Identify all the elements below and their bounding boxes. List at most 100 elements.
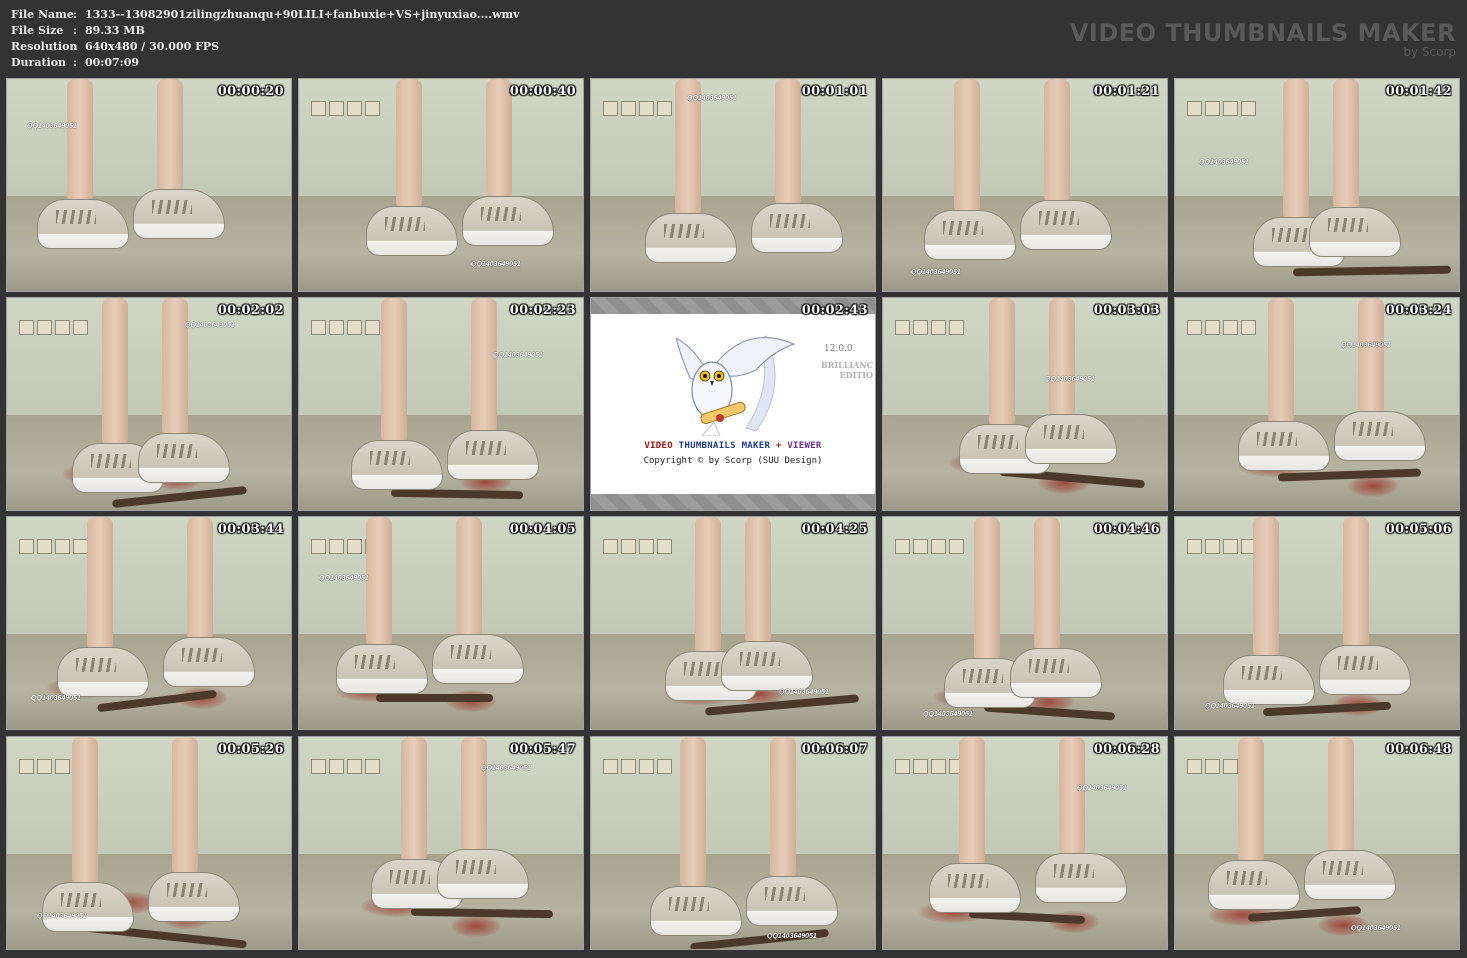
eel <box>376 694 493 702</box>
info-row-resolution: Resolution : 640x480 / 30.000 FPS <box>11 39 520 55</box>
thumbnail[interactable]: 00:01:01 QQ1403649051 <box>590 78 876 292</box>
leg <box>1343 517 1369 649</box>
thumbnail[interactable]: 00:06:07 QQ1403649051 <box>590 736 876 950</box>
thumbnail[interactable]: 00:04:46 QQ1403649051 <box>882 516 1168 730</box>
thumbnail[interactable]: 00:02:02 QQ1403649051 <box>6 297 292 511</box>
splash-version: 12.0.0. <box>824 344 856 354</box>
splash-title: VIDEO THUMBNAILS MAKER + VIEWER <box>591 441 875 451</box>
sneaker <box>1020 200 1112 250</box>
socket <box>1205 101 1220 116</box>
sneaker <box>1010 648 1102 698</box>
socket <box>329 759 344 774</box>
leg <box>695 517 721 655</box>
splash-title-thumbnails: THUMBNAILS MAKER <box>678 441 771 451</box>
sneaker <box>751 203 843 253</box>
socket <box>621 101 636 116</box>
timestamp: 00:00:20 <box>217 84 284 99</box>
info-value: 640x480 / 30.000 FPS <box>85 40 220 53</box>
socket <box>949 320 964 335</box>
watermark: QQ1403649051 <box>1045 376 1095 383</box>
socket <box>365 759 380 774</box>
socket <box>639 759 654 774</box>
info-value: 1333--13082901zilingzhuanqu+90LILI+fanbu… <box>85 8 520 21</box>
timestamp: 00:06:48 <box>1385 742 1452 757</box>
thumbnail[interactable]: 00:06:28 QQ1403649051 <box>882 736 1168 950</box>
watermark: QQ1403649051 <box>923 711 973 718</box>
video-frame <box>7 298 291 510</box>
wall-sockets <box>603 759 672 774</box>
video-frame <box>883 298 1167 510</box>
thumbnail[interactable]: 00:03:44 QQ1403649051 <box>6 516 292 730</box>
socket <box>1187 320 1202 335</box>
socket <box>1187 101 1202 116</box>
socket <box>55 320 70 335</box>
info-separator: : <box>73 8 78 21</box>
watermark: QQ1403649051 <box>911 269 961 276</box>
thumbnail[interactable]: 00:04:25 QQ1403649051 <box>590 516 876 730</box>
socket <box>311 539 326 554</box>
leg <box>396 79 422 210</box>
wall-sockets <box>311 101 380 116</box>
wall-sockets <box>603 539 672 554</box>
socket <box>931 759 946 774</box>
watermark: QQ1403649051 <box>319 575 369 582</box>
timestamp: 00:02:43 <box>801 303 868 318</box>
socket <box>1205 759 1220 774</box>
leg <box>187 517 213 641</box>
thumbnail[interactable]: 00:05:47 QQ1403649051 <box>298 736 584 950</box>
leg <box>486 79 512 200</box>
thumbnail[interactable]: 00:05:06 QQ1403649051 <box>1174 516 1460 730</box>
thumbnail[interactable]: 00:02:23 QQ1403649051 <box>298 297 584 511</box>
wall-sockets <box>895 539 964 554</box>
socket <box>657 759 672 774</box>
sneaker <box>924 210 1016 260</box>
socket <box>1223 759 1238 774</box>
thumbnail[interactable]: 00:00:20 QQ1403649051 <box>6 78 292 292</box>
thumbnail[interactable]: 00:06:48 QQ1403649051 <box>1174 736 1460 950</box>
socket <box>603 759 618 774</box>
leg <box>989 298 1015 428</box>
video-frame <box>299 737 583 949</box>
thumbnail-grid: 00:00:20 QQ1403649051 00:00:40 QQ1403649… <box>6 78 1464 954</box>
thumbnail[interactable]: 00:01:42 QQ1403649051 <box>1174 78 1460 292</box>
thumbnail[interactable]: 00:03:03 QQ1403649051 <box>882 297 1168 511</box>
thumbnail[interactable]: 00:05:26 QQ1403649051 <box>6 736 292 950</box>
info-row-file-name: File Name : 1333--13082901zilingzhuanqu+… <box>11 7 520 23</box>
wall-sockets <box>895 320 964 335</box>
socket <box>1241 320 1256 335</box>
leg <box>1238 737 1264 864</box>
leg <box>471 298 497 434</box>
leg <box>172 737 198 876</box>
watermark: QQ1403649051 <box>1077 785 1127 792</box>
timestamp: 00:04:25 <box>801 522 868 537</box>
info-value: 89.33 MB <box>85 24 145 37</box>
thumbnail[interactable]: 12.0.0. BRILLIANC EDITIO VIDEO THUMBNAIL… <box>590 297 876 511</box>
wall-sockets <box>1187 320 1256 335</box>
socket <box>657 539 672 554</box>
video-frame <box>591 517 875 729</box>
socket <box>73 539 88 554</box>
thumbnail[interactable]: 00:00:40 QQ1403649051 <box>298 78 584 292</box>
wall-sockets <box>603 101 672 116</box>
leg <box>102 298 128 447</box>
socket <box>1223 320 1238 335</box>
thumbnail[interactable]: 00:01:21 QQ1403649051 <box>882 78 1168 292</box>
socket <box>55 759 70 774</box>
sneaker <box>1319 645 1411 695</box>
socket <box>1187 759 1202 774</box>
video-frame <box>1175 737 1459 949</box>
file-info: File Name : 1333--13082901zilingzhuanqu+… <box>11 7 520 71</box>
socket <box>329 101 344 116</box>
thumbnail[interactable]: 00:04:05 QQ1403649051 <box>298 516 584 730</box>
info-separator: : <box>73 24 78 37</box>
watermark: QQ1403649051 <box>1205 703 1255 710</box>
leg <box>381 298 407 444</box>
thumbnail[interactable]: 00:03:24 QQ1403649051 <box>1174 297 1460 511</box>
watermark: QQ1403649051 <box>1341 342 1391 349</box>
timestamp: 00:02:23 <box>509 303 576 318</box>
sneaker <box>1208 860 1300 910</box>
socket <box>37 759 52 774</box>
leg <box>680 737 706 890</box>
wall-sockets <box>895 759 964 774</box>
timestamp: 00:05:26 <box>217 742 284 757</box>
